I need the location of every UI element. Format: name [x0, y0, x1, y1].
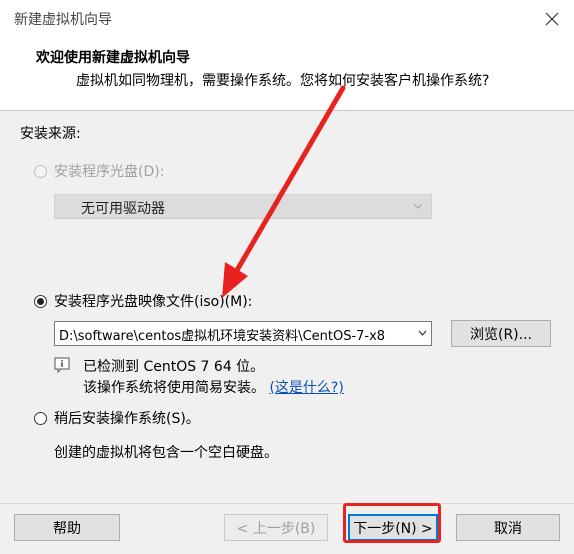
iso-radio-label: 安装程序光盘映像文件(iso)(M): [54, 294, 253, 310]
disc-radio[interactable] [34, 165, 47, 178]
iso-radio[interactable] [34, 295, 47, 308]
info-icon [54, 357, 70, 373]
next-button-highlight [343, 503, 441, 543]
iso-path-combobox[interactable]: D:\software\centos虚拟机环境安装资料\CentOS-7-x8 [54, 321, 432, 346]
cancel-button[interactable]: 取消 [456, 514, 560, 541]
install-source-label: 安装来源: [20, 126, 81, 142]
window-title: 新建虚拟机向导 [14, 12, 112, 28]
help-button[interactable]: 帮助 [14, 514, 120, 541]
title-bar: 新建虚拟机向导 [0, 0, 574, 38]
iso-path-value: D:\software\centos虚拟机环境安装资料\CentOS-7-x8 [59, 329, 386, 344]
easy-install-label: 该操作系统将使用简易安装。 [83, 380, 265, 396]
chevron-down-icon[interactable] [413, 328, 429, 338]
os-detected-text: 已检测到 CentOS 7 64 位。 [83, 359, 265, 375]
browse-button[interactable]: 浏览(R)... [451, 320, 551, 347]
chevron-down-icon [413, 203, 423, 209]
install-later-description: 创建的虚拟机将包含一个空白硬盘。 [54, 445, 278, 461]
drive-select[interactable]: 无可用驱动器 [54, 194, 432, 219]
whats-this-link[interactable]: (这是什么?) [269, 380, 343, 396]
back-button[interactable]: < 上一步(B) [224, 514, 328, 541]
easy-install-text: 该操作系统将使用简易安装。 (这是什么?) [83, 377, 344, 397]
install-later-label: 稍后安装操作系统(S)。 [54, 411, 200, 427]
wizard-content: 安装来源: 安装程序光盘(D): 无可用驱动器 安装程序光盘映像文件(iso)(… [0, 111, 574, 503]
header-title: 欢迎使用新建虚拟机向导 [36, 50, 190, 66]
install-later-radio[interactable] [34, 412, 47, 425]
wizard-header: 欢迎使用新建虚拟机向导 虚拟机如同物理机，需要操作系统。您将如何安装客户机操作系… [0, 38, 574, 111]
disc-radio-label: 安装程序光盘(D): [54, 164, 165, 180]
drive-select-value: 无可用驱动器 [81, 201, 165, 217]
footer-divider [0, 503, 574, 504]
close-button[interactable] [536, 4, 568, 34]
header-subtitle: 虚拟机如同物理机，需要操作系统。您将如何安装客户机操作系统? [76, 73, 490, 89]
close-icon [545, 12, 559, 26]
